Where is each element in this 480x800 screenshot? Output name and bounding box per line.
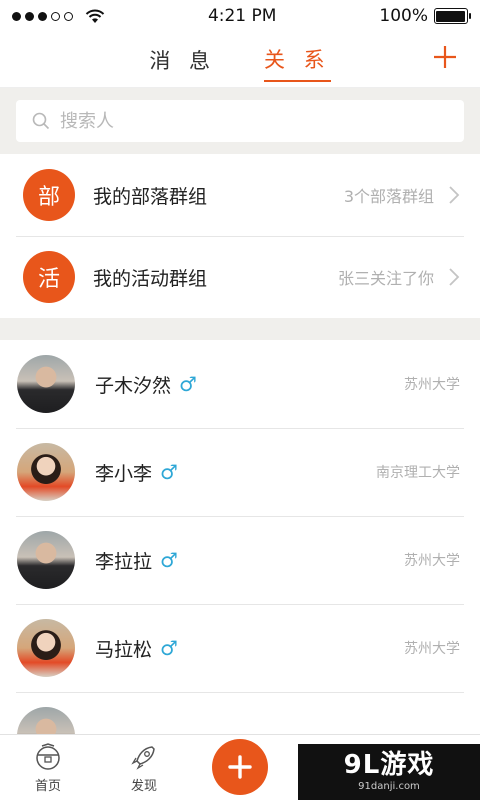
top-nav: 消 息 关 系 xyxy=(0,32,480,88)
battery-percent: 100% xyxy=(379,6,428,26)
contact-name: 子木汐然 xyxy=(95,374,172,397)
create-button[interactable] xyxy=(212,739,268,795)
signal-indicator xyxy=(12,9,105,24)
section-divider xyxy=(0,318,480,340)
wifi-icon xyxy=(85,9,105,23)
contact-row[interactable]: 李拉拉 ♂ 苏州大学 xyxy=(0,516,480,604)
signal-dot-empty xyxy=(64,11,73,21)
contact-school: 苏州大学 xyxy=(404,641,460,657)
group-title: 我的活动群组 xyxy=(93,267,208,290)
group-subtitle: 张三关注了你 xyxy=(337,269,434,288)
rocket-icon xyxy=(131,746,155,770)
add-icon[interactable] xyxy=(432,44,458,70)
tab-discover[interactable]: 发现 xyxy=(96,734,192,800)
contact-school: 苏州大学 xyxy=(404,377,460,393)
watermark-logo: 9L游戏 xyxy=(343,750,435,780)
activity-badge: 活 xyxy=(23,251,75,303)
tab-home-label: 首页 xyxy=(34,779,61,794)
status-bar: 4:21 PM 100% xyxy=(0,0,480,32)
contact-name: 马拉松 xyxy=(95,638,153,661)
signal-dot xyxy=(25,11,34,21)
home-globe-icon xyxy=(36,743,60,770)
signal-dot xyxy=(38,11,47,21)
battery-icon xyxy=(433,8,471,24)
contact-row[interactable]: 子木汐然 ♂ 苏州大学 xyxy=(0,340,480,428)
plus-icon xyxy=(228,755,252,779)
contact-name: 李小李 xyxy=(95,462,153,485)
avatar xyxy=(17,355,75,413)
status-time: 4:21 PM xyxy=(207,6,277,26)
chevron-right-icon xyxy=(449,268,460,286)
tab-home[interactable]: 首页 xyxy=(0,734,96,800)
search-icon xyxy=(32,112,50,130)
contact-name: 李拉拉 xyxy=(95,550,153,573)
contact-row[interactable]: 马拉松 ♂ 苏州大学 xyxy=(0,604,480,692)
chevron-right-icon xyxy=(449,186,460,204)
tab-discover-label: 发现 xyxy=(130,779,157,794)
group-subtitle: 3个部落群组 xyxy=(343,187,434,206)
search-section xyxy=(0,88,480,154)
tab-messages[interactable]: 消 息 xyxy=(149,39,216,81)
search-input[interactable] xyxy=(60,110,420,132)
signal-dot xyxy=(12,11,21,21)
group-title: 我的部落群组 xyxy=(93,185,208,208)
male-icon: ♂ xyxy=(160,636,178,660)
watermark-url: 91danji.com xyxy=(358,781,420,792)
avatar xyxy=(17,531,75,589)
male-icon: ♂ xyxy=(179,372,197,396)
group-row-activity[interactable]: 活 我的活动群组 张三关注了你 xyxy=(0,236,480,318)
contact-school: 苏州大学 xyxy=(404,553,460,569)
search-bar[interactable] xyxy=(16,100,464,142)
avatar xyxy=(17,443,75,501)
signal-dot-empty xyxy=(51,11,60,21)
group-row-tribe[interactable]: 部 我的部落群组 3个部落群组 xyxy=(0,154,480,236)
avatar xyxy=(17,619,75,677)
male-icon: ♂ xyxy=(160,548,178,572)
male-icon: ♂ xyxy=(160,460,178,484)
site-watermark: 9L游戏 91danji.com xyxy=(298,744,480,800)
create-tab xyxy=(192,734,288,800)
tab-relations[interactable]: 关 系 xyxy=(264,38,331,82)
contact-list: 子木汐然 ♂ 苏州大学 李小李 ♂ 南京理工大学 李拉拉 ♂ 苏州大学 马拉松 … xyxy=(0,340,480,780)
contact-row[interactable]: 李小李 ♂ 南京理工大学 xyxy=(0,428,480,516)
contact-school: 南京理工大学 xyxy=(376,465,460,481)
tribe-badge: 部 xyxy=(23,169,75,221)
